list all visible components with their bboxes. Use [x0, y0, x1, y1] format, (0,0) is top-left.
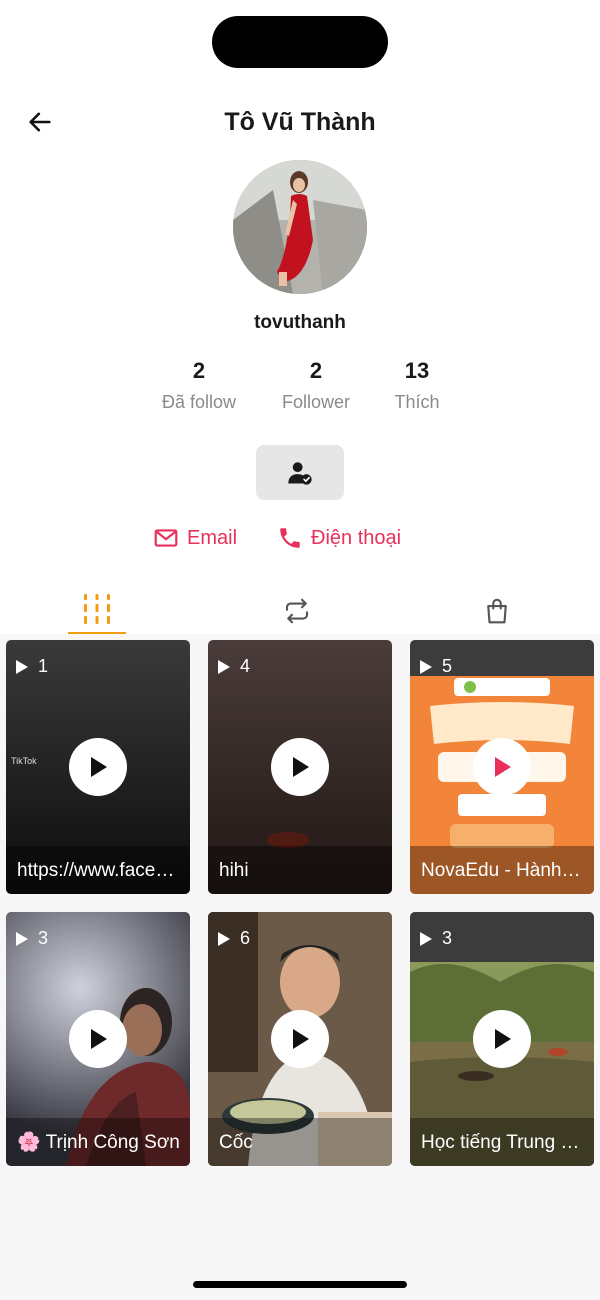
stat-following[interactable]: 2 Đã follow: [134, 356, 264, 418]
username: tovuthanh: [254, 312, 346, 333]
video-view-count: 1: [14, 656, 48, 677]
stat-following-value: 2: [192, 358, 206, 383]
play-button[interactable]: [69, 738, 127, 796]
shopping-bag-icon: [487, 598, 507, 624]
user-check-icon: [288, 461, 312, 485]
video-caption: Học tiếng Trung Quốc: [421, 1132, 585, 1153]
phone-link[interactable]: Điện thoại: [277, 521, 401, 555]
video-card[interactable]: 3 🌸 Trịnh Công Sơn: [6, 912, 190, 1166]
page-title: Tô Vũ Thành: [224, 108, 376, 136]
stat-likes[interactable]: 13 Thích: [352, 356, 482, 418]
phone-icon: [280, 528, 300, 548]
play-small-icon: [218, 659, 230, 674]
video-count-value: 3: [442, 928, 453, 948]
grid-columns-icon: [84, 594, 110, 624]
mail-icon: [154, 529, 178, 547]
video-card[interactable]: 4 hihi: [208, 640, 392, 894]
video-count-value: 4: [240, 656, 251, 676]
video-count-value: 1: [38, 656, 49, 676]
video-view-count: 5: [418, 656, 452, 677]
play-button[interactable]: [473, 738, 531, 796]
play-small-icon: [420, 659, 432, 674]
video-count-value: 6: [240, 928, 251, 948]
video-view-count: 4: [216, 656, 250, 677]
dynamic-island: [212, 16, 388, 68]
video-caption: 🌸 Trịnh Công Sơn: [17, 1132, 180, 1153]
svg-text:TikTok: TikTok: [11, 756, 37, 766]
video-card[interactable]: 5 NovaEdu - Hành trình giúp: [410, 640, 594, 894]
video-caption: NovaEdu - Hành trình giúp: [421, 860, 585, 881]
play-small-icon: [218, 931, 230, 946]
play-button[interactable]: [473, 1010, 531, 1068]
play-button[interactable]: [271, 1010, 329, 1068]
profile-tabs: [0, 586, 600, 634]
play-icon: [293, 757, 309, 777]
video-view-count: 3: [418, 928, 452, 949]
play-button[interactable]: [271, 738, 329, 796]
home-indicator[interactable]: [193, 1281, 407, 1288]
profile-screen: Tô Vũ Thành tovuthanh 2 Đã follow 2 Foll…: [0, 0, 600, 1300]
tab-videos[interactable]: [67, 586, 127, 634]
play-icon: [293, 1029, 309, 1049]
video-caption: Cốc: [219, 1132, 253, 1153]
play-small-icon: [16, 931, 28, 946]
stat-following-label: Đã follow: [161, 392, 237, 412]
video-caption: https://www.facebook.com/...: [17, 860, 181, 881]
video-count-value: 5: [442, 656, 453, 676]
following-status-button[interactable]: [256, 445, 344, 500]
play-icon: [495, 757, 511, 777]
tab-reposts[interactable]: [267, 586, 327, 634]
tab-shop[interactable]: [467, 586, 527, 634]
stat-likes-value: 13: [404, 358, 430, 383]
play-icon: [91, 1029, 107, 1049]
play-icon: [495, 1029, 511, 1049]
repost-icon: [285, 598, 309, 624]
play-small-icon: [16, 659, 28, 674]
email-label: Email: [187, 526, 238, 549]
video-view-count: 6: [216, 928, 250, 949]
phone-label: Điện thoại: [311, 526, 402, 549]
active-tab-indicator: [68, 632, 126, 634]
video-view-count: 3: [14, 928, 48, 949]
play-icon: [91, 757, 107, 777]
video-card[interactable]: TikTok 1 https://www.facebook.com/...: [6, 640, 190, 894]
avatar: [233, 160, 367, 294]
video-card[interactable]: 6 Cốc: [208, 912, 392, 1166]
video-caption: hihi: [219, 860, 249, 881]
email-link[interactable]: Email: [153, 521, 237, 555]
video-count-value: 3: [38, 928, 49, 948]
play-small-icon: [420, 931, 432, 946]
play-button[interactable]: [69, 1010, 127, 1068]
video-card[interactable]: 3 Học tiếng Trung Quốc: [410, 912, 594, 1166]
stat-likes-label: Thích: [394, 392, 440, 412]
